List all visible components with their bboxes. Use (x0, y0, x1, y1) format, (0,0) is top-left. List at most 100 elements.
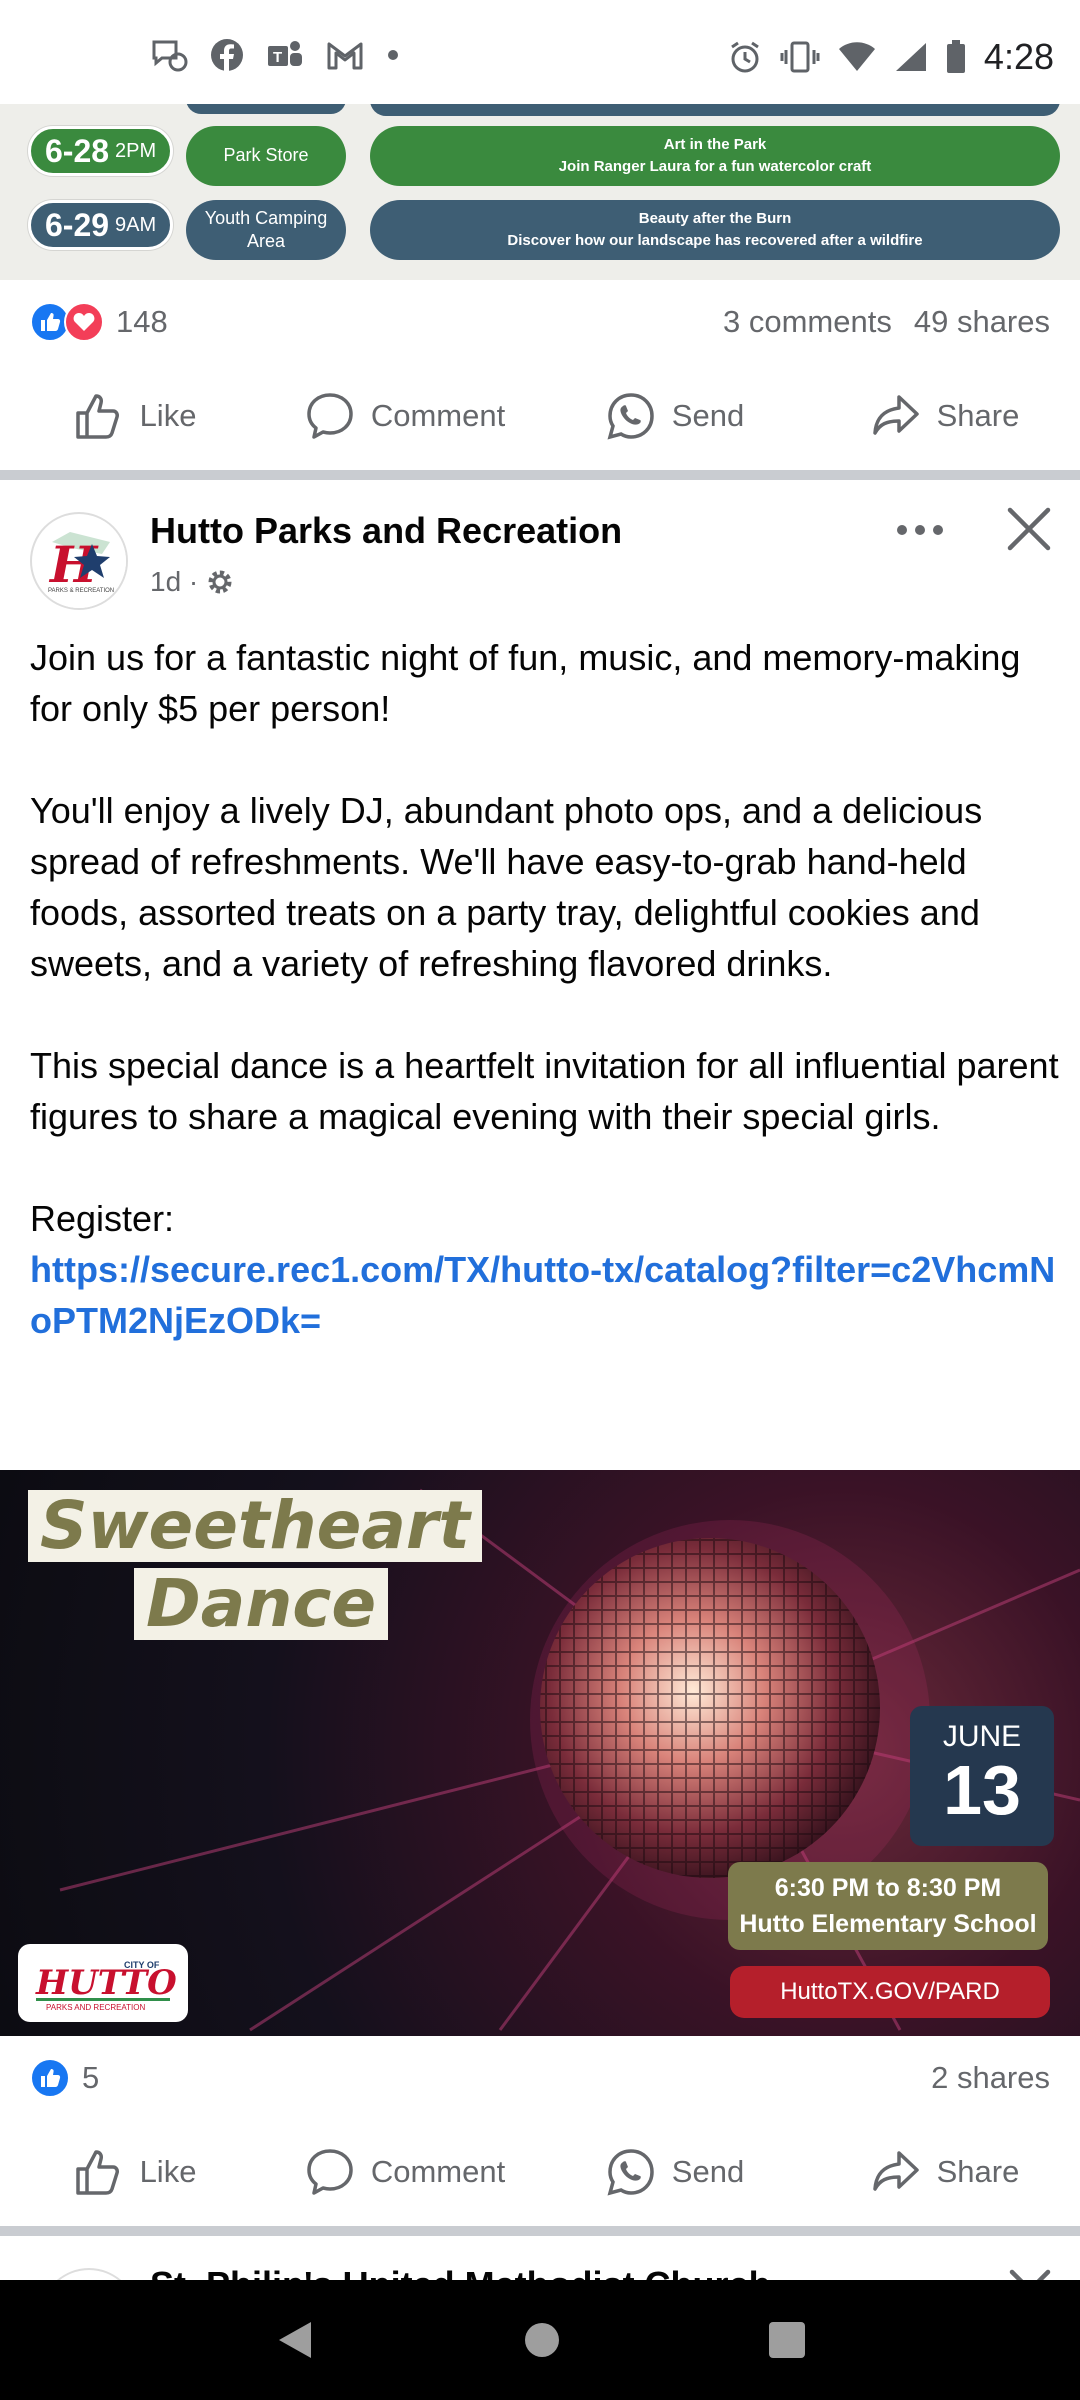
system-icons: 4:28 (728, 36, 1054, 78)
recents-icon[interactable] (767, 2320, 807, 2360)
comment-button[interactable]: Comment (270, 2147, 540, 2197)
svg-text:T: T (273, 49, 282, 66)
hutto-parks-logo: H PARKS & RECREATION (33, 515, 126, 608)
comment-icon (307, 2149, 353, 2195)
register-label: Register: (30, 1198, 175, 1239)
page-name[interactable]: Hutto Parks and Recreation (150, 510, 622, 552)
send-button[interactable]: Send (540, 2147, 810, 2197)
post-paragraph: This special dance is a heartfelt invita… (30, 1045, 1059, 1137)
hide-post-button[interactable] (1004, 504, 1054, 554)
post-image[interactable]: Sweetheart Dance JUNE 13 6:30 PM to 8:30… (0, 1470, 1080, 2036)
like-button[interactable]: Like (0, 391, 270, 441)
more-icon (897, 525, 943, 535)
post-action-bar: Like Comment Send Share (0, 366, 1080, 466)
send-button[interactable]: Send (540, 391, 810, 441)
city-of-hutto-logo: CITY OF HUTTO PARKS AND RECREATION (18, 1944, 188, 2022)
comment-label: Comment (370, 2154, 506, 2189)
engagement-counts: 3 comments 49 shares (723, 304, 1050, 340)
register-link[interactable]: https://secure.rec1.com/TX/hutto-tx/cata… (30, 1249, 1055, 1341)
post-meta: 1d · (150, 566, 234, 598)
event-month: JUNE (942, 1720, 1022, 1753)
event-title-line1: Sweetheart (28, 1490, 482, 1562)
share-label: Share (936, 2154, 1020, 2189)
like-reaction-icon (30, 2058, 70, 2098)
event-url: HuttoTX.GOV/PARD (730, 1966, 1050, 2018)
back-icon[interactable] (273, 2318, 317, 2362)
like-label: Like (139, 398, 197, 433)
next-post-author: St. Philip's United Methodist Church (150, 2264, 771, 2280)
notification-icons: T (150, 38, 400, 72)
gmail-icon (327, 42, 363, 70)
schedule-row: 6-28 2PM Park Store Art in the Park Join … (0, 126, 1080, 188)
status-bar: T 4:28 (0, 0, 1080, 104)
date-pill: 6-28 2PM (28, 126, 174, 176)
signal-icon (895, 43, 926, 71)
schedule-row: 6-29 9AM Youth Camping Area Beauty after … (0, 200, 1080, 262)
page-avatar[interactable]: H PARKS & RECREATION (30, 512, 128, 610)
share-button[interactable]: Share (810, 2147, 1080, 2197)
activity-pill: Art in the Park Join Ranger Laura for a … (370, 126, 1060, 186)
event-venue: Hutto Elementary School (739, 1910, 1037, 1938)
like-icon (75, 394, 119, 439)
next-post-avatar (40, 2268, 138, 2280)
svg-text:PARKS AND RECREATION: PARKS AND RECREATION (46, 2003, 146, 2012)
event-day: 13 (943, 1751, 1021, 1829)
teams-icon: T (268, 41, 302, 66)
facebook-icon (211, 39, 243, 72)
like-icon (75, 2150, 119, 2195)
previous-post-image[interactable]: 6-28 2PM Park Store Art in the Park Join … (0, 104, 1080, 280)
whatsapp-icon (607, 2149, 654, 2196)
clock: 4:28 (983, 36, 1054, 77)
activity-pill: Beauty after the Burn Discover how our l… (370, 200, 1060, 260)
register-block: Register: https://secure.rec1.com/TX/hut… (30, 1193, 1060, 1346)
post-paragraph: Join us for a fantastic night of fun, mu… (30, 637, 1021, 729)
shares-count[interactable]: 49 shares (914, 304, 1050, 340)
date-pill: 6-29 9AM (28, 200, 174, 250)
next-post-peek[interactable]: St. Philip's United Methodist Church (0, 2238, 1080, 2280)
comment-label: Comment (370, 398, 506, 433)
event-time: 6:30 PM to 8:30 PM (774, 1874, 1002, 1902)
home-icon[interactable] (522, 2320, 562, 2360)
comments-count[interactable]: 3 comments (723, 304, 892, 340)
reactions-bar: 148 3 comments 49 shares (0, 282, 1080, 362)
post-divider (0, 2226, 1080, 2236)
schedule-pill-cropped (370, 104, 1060, 116)
reaction-icons[interactable]: 5 (30, 2058, 99, 2098)
battery-icon (946, 40, 965, 73)
share-icon (872, 395, 919, 435)
svg-text:HUTTO: HUTTO (35, 1963, 177, 2003)
engagement-counts: 2 shares (931, 2060, 1050, 2096)
post-action-bar: Like Comment Send Share (0, 2122, 1080, 2222)
comment-button[interactable]: Comment (270, 391, 540, 441)
share-label: Share (936, 398, 1020, 433)
reactions-bar: 5 2 shares (0, 2038, 1080, 2118)
love-reaction-icon (64, 302, 104, 342)
svg-text:PARKS & RECREATION: PARKS & RECREATION (48, 588, 114, 594)
messenger-icon (152, 40, 188, 72)
like-button[interactable]: Like (0, 2147, 270, 2197)
dot-icon (388, 50, 398, 60)
alarm-icon (731, 41, 759, 73)
send-label: Send (671, 398, 745, 433)
share-button[interactable]: Share (810, 391, 1080, 441)
android-nav-bar (0, 2280, 1080, 2400)
location-pill: Youth Camping Area (186, 200, 346, 260)
event-title-line2: Dance (134, 1568, 389, 1640)
location-pill: Park Store (186, 126, 346, 186)
post-divider (0, 470, 1080, 480)
whatsapp-icon (607, 393, 654, 440)
wifi-icon (838, 42, 875, 71)
share-icon (872, 2151, 919, 2191)
gear-icon (208, 570, 232, 594)
close-icon[interactable] (1008, 2268, 1052, 2280)
shares-count[interactable]: 2 shares (931, 2060, 1050, 2096)
post-text: Join us for a fantastic night of fun, mu… (30, 632, 1060, 1346)
post-time[interactable]: 1d · (150, 566, 198, 598)
location-pill-cropped (186, 104, 346, 114)
reaction-icons[interactable]: 148 (30, 302, 168, 342)
event-date-badge: JUNE 13 (910, 1706, 1054, 1846)
more-options-button[interactable] (890, 510, 950, 550)
send-label: Send (671, 2154, 745, 2189)
vibrate-icon (780, 41, 820, 73)
close-icon (1007, 507, 1051, 551)
